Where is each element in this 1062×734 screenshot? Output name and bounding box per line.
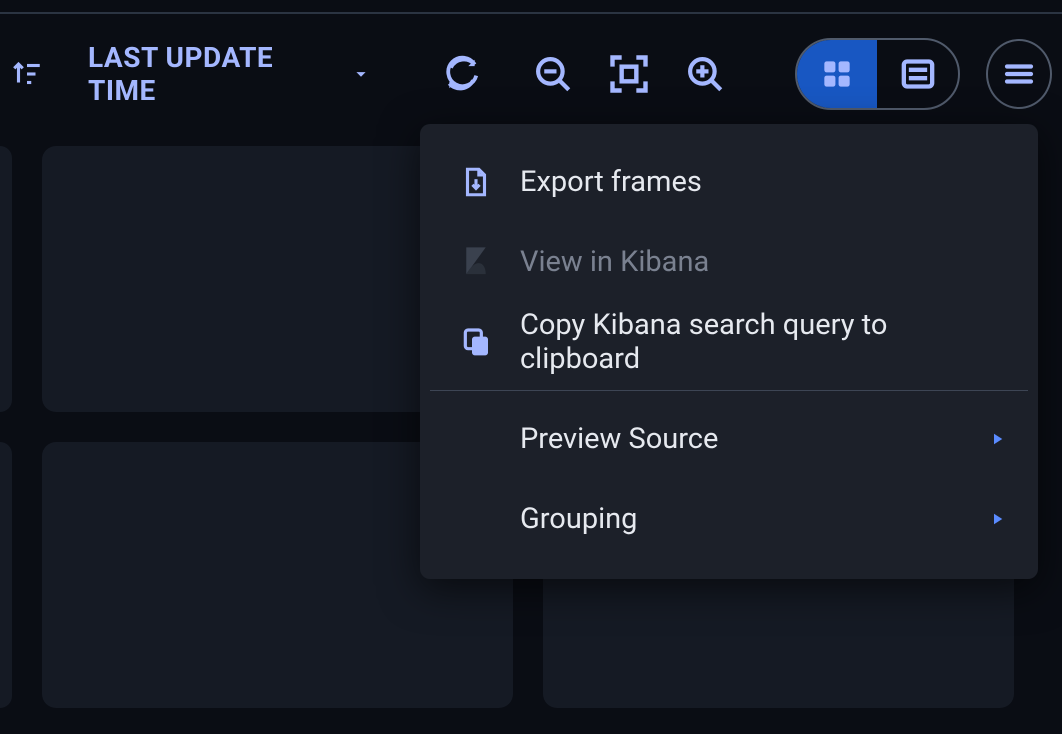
context-menu: Export frames View in Kibana Copy Kibana… [420,124,1038,579]
card-sliver [0,146,12,412]
refresh-button[interactable] [434,44,490,104]
toolbar: LAST UPDATE TIME [0,14,1062,134]
more-menu-button[interactable] [986,39,1052,109]
chevron-right-icon [988,427,1006,451]
copy-icon [454,326,498,358]
chevron-down-icon [350,63,372,85]
menu-label: Preview Source [520,422,718,456]
top-divider [0,0,1062,14]
sort-label: LAST UPDATE TIME [88,41,324,107]
menu-item-export-frames[interactable]: Export frames [420,142,1038,222]
fit-screen-icon [607,52,651,96]
zoom-controls [515,44,743,104]
menu-item-grouping[interactable]: Grouping [420,479,1038,559]
sort-control[interactable]: LAST UPDATE TIME [10,41,372,107]
zoom-out-button[interactable] [523,44,583,104]
menu-label: Grouping [520,502,637,536]
menu-label: Export frames [520,165,702,199]
refresh-icon [443,55,481,93]
list-icon [898,54,938,94]
menu-divider [430,390,1028,391]
zoom-in-button[interactable] [675,44,735,104]
hamburger-icon [1001,56,1037,92]
list-view-button[interactable] [877,40,958,108]
menu-item-preview-source[interactable]: Preview Source [420,399,1038,479]
kibana-icon [454,245,498,279]
file-download-icon [454,165,498,199]
zoom-out-icon [532,53,574,95]
zoom-in-icon [684,53,726,95]
grid-view-button[interactable] [797,40,878,108]
menu-label: Copy Kibana search query to clipboard [520,308,1004,376]
zoom-fit-button[interactable] [599,44,659,104]
menu-item-view-kibana: View in Kibana [420,222,1038,302]
chevron-right-icon [988,507,1006,531]
menu-item-copy-kibana-query[interactable]: Copy Kibana search query to clipboard [420,302,1038,382]
menu-label: View in Kibana [520,245,709,279]
card-sliver [0,442,12,708]
view-toggle [795,38,961,110]
sort-direction-icon [10,57,44,91]
grid-icon [818,55,856,93]
